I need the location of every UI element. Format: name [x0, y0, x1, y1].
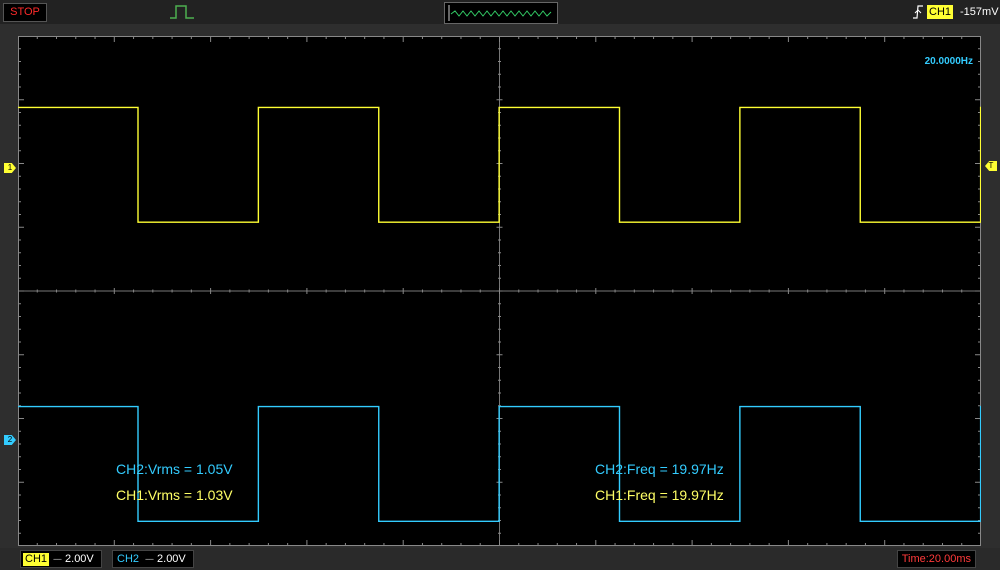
timebase-readout[interactable]: Time:20.00ms	[896, 550, 976, 568]
ch1-scale-box[interactable]: CH1 ---- 2.00V	[20, 550, 102, 568]
waveform-display[interactable]: 20.0000Hz CH2:Vrms = 1.05V CH1:Vrms = 1.…	[18, 36, 981, 546]
run-stop-button[interactable]: STOP	[3, 3, 47, 22]
pulse-trigger-icon[interactable]	[168, 3, 196, 21]
ch1-coupling-icon: ----	[53, 554, 62, 564]
waveform-overview-bar[interactable]	[444, 2, 558, 24]
ch1-freq-measurement: CH1:Freq = 19.97Hz	[595, 487, 724, 503]
ch1-waveform	[18, 106, 981, 223]
ch2-coupling-icon: ----	[145, 554, 154, 564]
ch2-volts-div: 2.00V	[157, 553, 186, 565]
trigger-info[interactable]: CH1 -157mV	[912, 3, 999, 21]
ch2-vrms-measurement: CH2:Vrms = 1.05V	[116, 461, 233, 477]
ch1-offset-marker[interactable]: 1	[4, 163, 16, 173]
ch2-label: CH2	[117, 553, 140, 565]
trigger-level: -157mV	[960, 6, 999, 18]
ch2-freq-measurement: CH2:Freq = 19.97Hz	[595, 461, 724, 477]
ch1-label: CH1	[23, 552, 50, 566]
ch1-vrms-measurement: CH1:Vrms = 1.03V	[116, 487, 233, 503]
trigger-source: CH1	[927, 5, 954, 19]
trigger-level-marker[interactable]: T	[985, 161, 997, 171]
ch2-offset-marker[interactable]: 2	[4, 435, 16, 445]
status-bar: CH1 ---- 2.00V CH2 ---- 2.00V Time:20.00…	[0, 548, 1000, 570]
trigger-frequency-readout: 20.0000Hz	[924, 56, 973, 67]
top-toolbar: STOP CH1 -157mV	[0, 0, 1000, 24]
rising-edge-icon	[913, 5, 923, 19]
ch2-scale-box[interactable]: CH2 ---- 2.00V	[112, 550, 194, 568]
ch1-volts-div: 2.00V	[65, 553, 94, 565]
oscilloscope-window: STOP CH1 -157mV 1 2 T 20.0000Hz CH2:Vrms…	[0, 0, 1000, 570]
